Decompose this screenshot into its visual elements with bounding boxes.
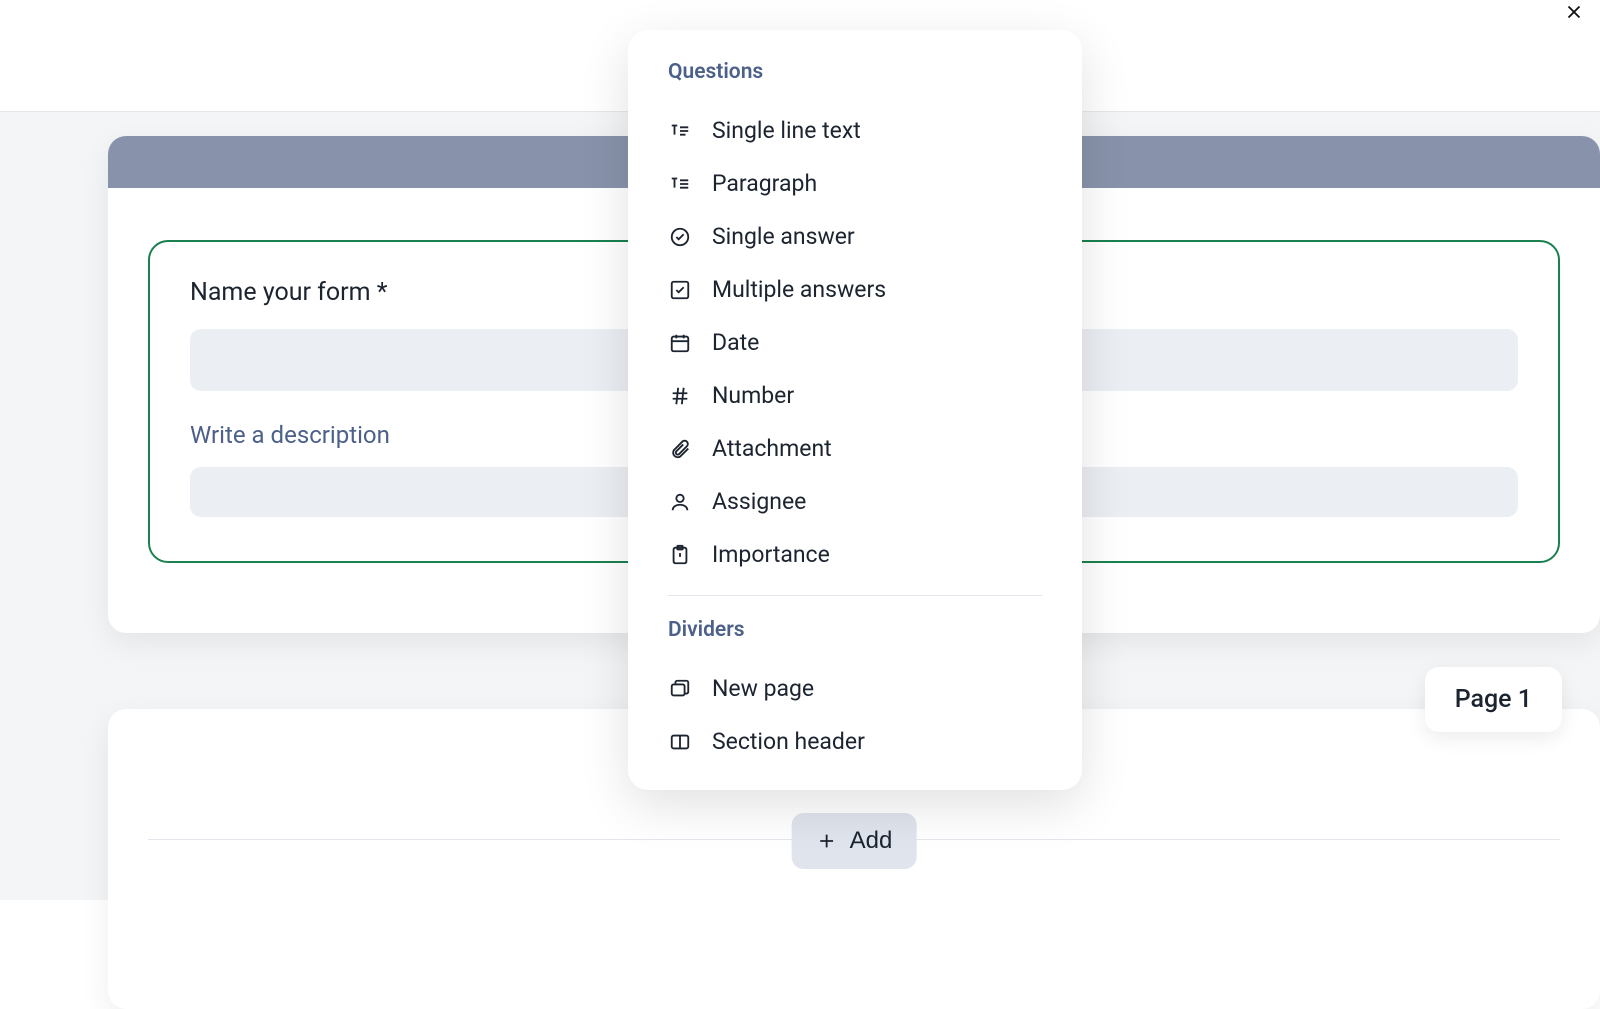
popup-header-dividers: Dividers	[668, 618, 1042, 642]
popup-item-paragraph[interactable]: Paragraph	[668, 157, 1042, 210]
close-button[interactable]	[1556, 0, 1592, 30]
hash-icon	[668, 384, 692, 408]
pages-icon	[668, 677, 692, 701]
add-button-label: Add	[850, 827, 893, 855]
paperclip-icon	[668, 437, 692, 461]
popup-item-label: New page	[712, 675, 814, 702]
popup-item-label: Paragraph	[712, 170, 817, 197]
section-icon	[668, 730, 692, 754]
popup-item-multiple-answers[interactable]: Multiple answers	[668, 263, 1042, 316]
popup-item-label: Attachment	[712, 435, 832, 462]
popup-item-label: Assignee	[712, 488, 806, 515]
checkbox-icon	[668, 278, 692, 302]
popup-item-label: Single line text	[712, 117, 861, 144]
text-line-icon	[668, 119, 692, 143]
popup-item-label: Number	[712, 382, 794, 409]
popup-item-date[interactable]: Date	[668, 316, 1042, 369]
add-button[interactable]: Add	[792, 813, 917, 869]
popup-item-importance[interactable]: Importance	[668, 528, 1042, 581]
radio-check-icon	[668, 225, 692, 249]
popup-header-questions: Questions	[668, 60, 1042, 84]
popup-item-label: Single answer	[712, 223, 855, 250]
add-field-popup: Questions Single line text Paragraph Sin…	[628, 30, 1082, 790]
clipboard-alert-icon	[668, 543, 692, 567]
popup-item-label: Importance	[712, 541, 830, 568]
paragraph-icon	[668, 172, 692, 196]
popup-item-label: Multiple answers	[712, 276, 886, 303]
popup-item-attachment[interactable]: Attachment	[668, 422, 1042, 475]
popup-item-number[interactable]: Number	[668, 369, 1042, 422]
popup-divider	[668, 595, 1042, 596]
close-icon	[1563, 1, 1585, 23]
calendar-icon	[668, 331, 692, 355]
popup-item-single-line-text[interactable]: Single line text	[668, 104, 1042, 157]
page-badge[interactable]: Page 1	[1425, 667, 1562, 732]
popup-item-single-answer[interactable]: Single answer	[668, 210, 1042, 263]
popup-item-assignee[interactable]: Assignee	[668, 475, 1042, 528]
person-icon	[668, 490, 692, 514]
popup-item-section-header[interactable]: Section header	[668, 715, 1042, 768]
plus-icon	[816, 830, 838, 852]
popup-item-label: Section header	[712, 728, 865, 755]
popup-item-label: Date	[712, 329, 759, 356]
popup-item-new-page[interactable]: New page	[668, 662, 1042, 715]
